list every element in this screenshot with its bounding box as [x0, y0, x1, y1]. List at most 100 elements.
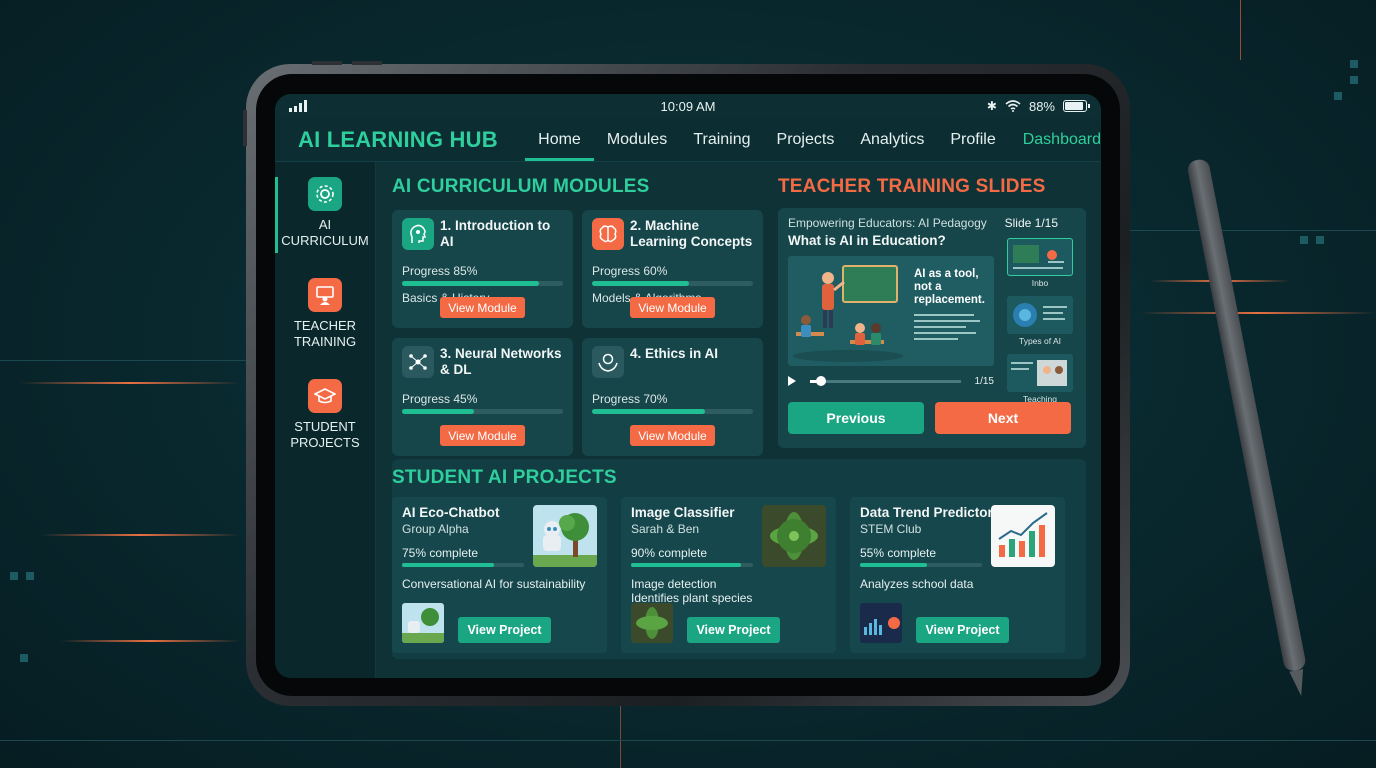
project-progress-bar	[860, 563, 982, 567]
module-title: 4. Ethics in AI	[630, 346, 719, 361]
circuit-node	[20, 654, 28, 662]
circuit-glow	[1140, 312, 1376, 314]
module-header: 2. Machine Learning Concepts	[592, 218, 753, 262]
volume-button	[243, 110, 247, 146]
nav-item-profile[interactable]: Profile	[937, 118, 1008, 161]
circuit-glow	[60, 640, 240, 642]
status-time: 10:09 AM	[660, 98, 716, 114]
project-description-line: Analyzes school data	[860, 577, 974, 591]
sidebar-item-projects[interactable]: STUDENT PROJECTS	[275, 379, 375, 455]
player-scrubber[interactable]	[810, 375, 961, 386]
project-progress-fill	[402, 563, 494, 567]
power-button	[312, 61, 342, 65]
slide-thumbnail[interactable]	[1007, 354, 1073, 392]
project-thumbnail[interactable]	[860, 603, 902, 643]
circuit-glow	[40, 534, 240, 536]
nav-item-projects[interactable]: Projects	[764, 118, 848, 161]
brain-icon	[592, 218, 624, 250]
project-progress-fill	[860, 563, 928, 567]
projects-section-title: STUDENT AI PROJECTS	[392, 467, 617, 488]
project-description: Image detection Identifies plant species	[631, 577, 826, 605]
slide-preview[interactable]: AI as a tool, not a replacement.	[788, 256, 994, 366]
slide-player: 1/15	[788, 374, 994, 388]
module-card: 2. Machine Learning Concepts Progress 60%…	[582, 210, 763, 328]
view-module-button[interactable]: View Module	[630, 425, 715, 446]
module-card: 3. Neural Networks & DL Progress 45% View …	[392, 338, 573, 456]
module-title: 3. Neural Networks & DL	[440, 346, 562, 377]
sidebar-item-label: PROJECTS	[290, 435, 360, 450]
sidebar-item-label: AI	[318, 217, 332, 232]
sidebar-item-label: STUDENT	[294, 419, 356, 434]
sidebar-item-label: CURRICULUM	[281, 233, 369, 248]
sidebar-item-label: TRAINING	[293, 334, 357, 349]
slide-thumbnail[interactable]	[1007, 296, 1073, 334]
view-module-button[interactable]: View Module	[440, 425, 525, 446]
view-module-button[interactable]: View Module	[630, 297, 715, 318]
module-card: 1. Introduction to AI Progress 85% Basics …	[392, 210, 573, 328]
view-module-button[interactable]: View Module	[440, 297, 525, 318]
project-thumbnail[interactable]	[631, 603, 673, 643]
slide-fine-text	[914, 314, 984, 344]
project-image	[533, 505, 597, 567]
hands-brain-icon	[592, 346, 624, 378]
nav-item-analytics[interactable]: Analytics	[847, 118, 937, 161]
power-button	[352, 61, 382, 65]
modules-grid: 1. Introduction to AI Progress 85% Basics …	[392, 210, 764, 456]
sidebar-item-curriculum[interactable]: AI CURRICULUM	[275, 177, 375, 253]
top-nav: AI LEARNING HUB Home Modules Training Proje…	[275, 118, 1101, 162]
next-button[interactable]: Next	[935, 402, 1071, 434]
player-count: 1/15	[974, 375, 994, 387]
circuit-line	[620, 706, 621, 768]
tablet-screen: 10:09 AM ✱ 88% AI LEARNING HUB Home Modu…	[275, 94, 1101, 678]
circuit-glow	[20, 382, 240, 384]
module-progress-label: Progress 60%	[592, 264, 668, 278]
project-progress-fill	[631, 563, 741, 567]
module-progress-fill	[592, 281, 689, 286]
main-content: AI CURRICULUM MODULES 1. Introduction to…	[376, 162, 1101, 678]
module-title: 2. Machine Learning Concepts	[630, 218, 753, 249]
slide-thumbnail-label: Inbo	[1031, 278, 1049, 288]
project-card: AI Eco-Chatbot Group Alpha 75% complete Con…	[392, 497, 607, 653]
battery-level	[1065, 102, 1083, 110]
circuit-line	[0, 740, 1376, 741]
module-progress-label: Progress 45%	[402, 392, 478, 406]
projects-row: AI Eco-Chatbot Group Alpha 75% complete Con…	[392, 497, 1086, 653]
module-progress-fill	[402, 409, 475, 414]
sidebar-item-label: TEACHER	[293, 318, 357, 333]
circuit-line	[1130, 230, 1376, 231]
stylus-pencil	[1186, 157, 1309, 698]
module-card: 4. Ethics in AI Progress 70% View Module	[582, 338, 763, 456]
sidebar: AI CURRICULUM TEACHER TRAINING STUDENT PROJEC…	[275, 162, 376, 678]
graduation-cap-icon	[308, 379, 342, 413]
nav-item-modules[interactable]: Modules	[594, 118, 680, 161]
module-header: 3. Neural Networks & DL	[402, 346, 563, 390]
tablet-device: 10:09 AM ✱ 88% AI LEARNING HUB Home Modu…	[243, 61, 1130, 706]
project-progress-bar	[631, 563, 753, 567]
project-image	[762, 505, 826, 567]
scrubber-knob[interactable]	[815, 375, 826, 386]
module-header: 1. Introduction to AI	[402, 218, 563, 262]
training-subtitle: Empowering Educators: AI Pedagogy	[788, 216, 987, 230]
slide-counter: Slide 1/15	[1004, 216, 1058, 230]
previous-button[interactable]: Previous	[788, 402, 924, 434]
view-project-button[interactable]: View Project	[458, 617, 551, 643]
project-thumbnail[interactable]	[402, 603, 444, 643]
neural-network-icon	[402, 346, 434, 378]
module-progress-bar	[592, 409, 753, 414]
view-project-button[interactable]: View Project	[687, 617, 780, 643]
circuit-line	[0, 360, 246, 361]
play-icon[interactable]	[788, 376, 796, 386]
status-bar: 10:09 AM ✱ 88%	[275, 94, 1101, 118]
nav-item-home[interactable]: Home	[525, 118, 594, 161]
nav-dashboard-link[interactable]: Dashboard	[1023, 131, 1101, 149]
project-description-line: Conversational AI for sustainability	[402, 577, 586, 591]
project-image	[991, 505, 1055, 567]
module-progress-bar	[402, 409, 563, 414]
sidebar-item-training[interactable]: TEACHER TRAINING	[275, 278, 375, 354]
view-project-button[interactable]: View Project	[916, 617, 1009, 643]
slide-thumbnail[interactable]	[1007, 238, 1073, 276]
app-brand: AI LEARNING HUB	[298, 126, 498, 152]
nav-item-training[interactable]: Training	[680, 118, 763, 161]
slide-caption: AI as a tool, not a replacement.	[914, 268, 985, 306]
circuit-node	[1334, 92, 1342, 100]
